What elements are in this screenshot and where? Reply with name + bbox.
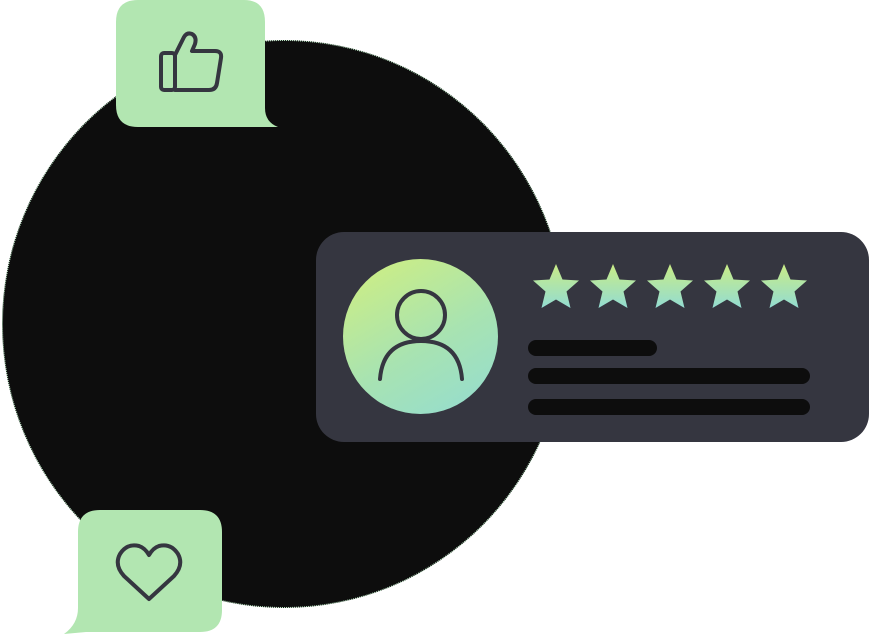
star-icon bbox=[647, 264, 693, 308]
review-text-placeholder bbox=[528, 368, 810, 384]
review-title-placeholder bbox=[528, 340, 657, 356]
star-icon bbox=[590, 264, 636, 308]
star-icon bbox=[704, 264, 750, 308]
heart-speech-bubble bbox=[62, 510, 224, 636]
star-rating bbox=[532, 262, 808, 310]
avatar bbox=[343, 259, 498, 414]
user-icon bbox=[378, 289, 464, 381]
star-icon bbox=[761, 264, 807, 308]
review-text-placeholder bbox=[528, 399, 810, 415]
review-card bbox=[316, 232, 869, 442]
star-icon bbox=[533, 264, 579, 308]
like-speech-bubble bbox=[116, 0, 280, 131]
